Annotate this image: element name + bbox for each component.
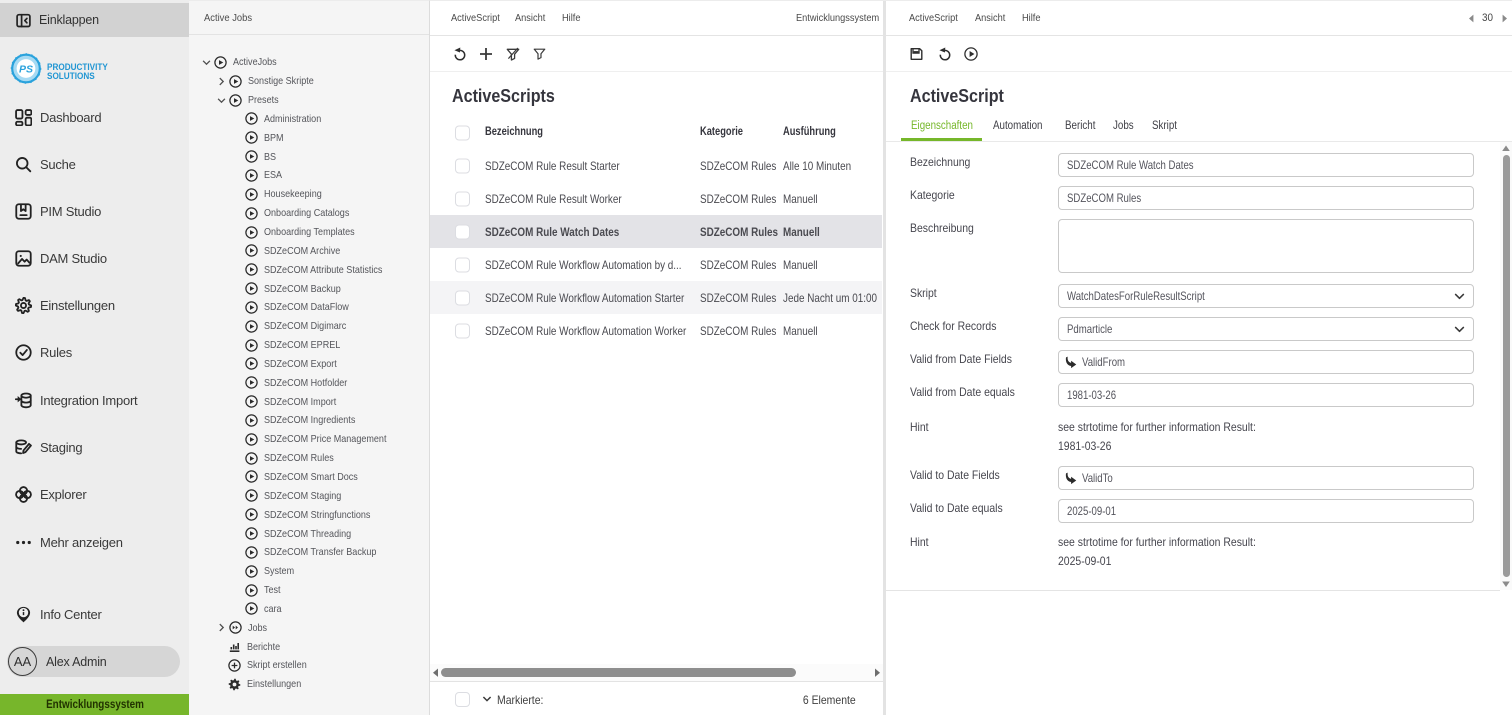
- svg-text:SOLUTIONS: SOLUTIONS: [47, 70, 95, 81]
- svg-text:PS: PS: [19, 63, 33, 75]
